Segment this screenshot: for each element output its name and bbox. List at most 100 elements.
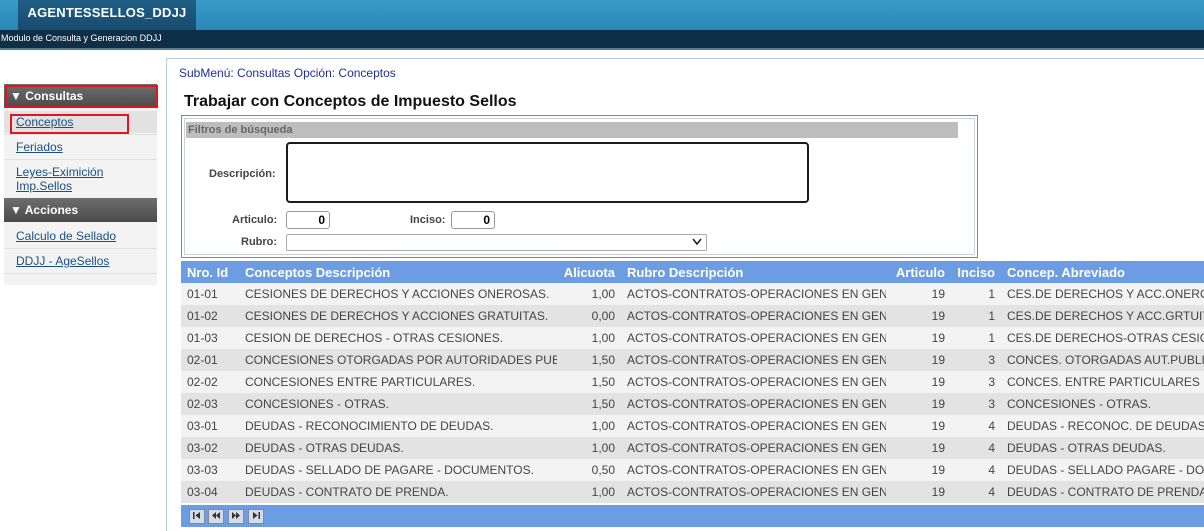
cell-articulo: 19 xyxy=(931,397,945,411)
cell-id: 01-03 xyxy=(187,331,218,345)
cell-abreviado: CES.DE DERECHOS-OTRAS CESIONES xyxy=(1007,331,1204,345)
cell-articulo: 19 xyxy=(931,375,945,389)
app-title-tab[interactable]: AGENTESSELLOS_DDJJ xyxy=(18,0,196,30)
col-header-id[interactable]: Nro. Id xyxy=(181,261,239,283)
table-row[interactable]: 03-01 DEUDAS - RECONOCIMIENTO DE DEUDAS.… xyxy=(181,415,1204,437)
cell-alicuota: 1,00 xyxy=(591,287,615,301)
sidebar-item-ddjj-agesellos[interactable]: DDJJ - AgeSellos xyxy=(16,254,109,268)
col-header-abreviado[interactable]: Concep. Abreviado xyxy=(1001,261,1204,283)
cell-alicuota: 1,50 xyxy=(591,397,615,411)
sidebar-item-calculo-sellado[interactable]: Calculo de Sellado xyxy=(16,229,116,243)
table-pager xyxy=(181,505,1204,527)
col-header-inciso[interactable]: Inciso xyxy=(951,261,1001,283)
rubro-select[interactable] xyxy=(286,234,707,251)
col-header-articulo[interactable]: Articulo xyxy=(886,261,951,283)
cell-rubro: ACTOS-CONTRATOS-OPERACIONES EN GENERAL xyxy=(627,309,886,323)
highlight-box-conceptos xyxy=(10,114,129,134)
cell-abreviado: CONCES. ENTRE PARTICULARES xyxy=(1007,375,1200,389)
cell-descripcion: CONCESIONES OTORGADAS POR AUTORIDADES PU… xyxy=(245,353,557,367)
table-row[interactable]: 01-01 CESIONES DE DERECHOS Y ACCIONES ON… xyxy=(181,283,1204,305)
cell-alicuota: 1,50 xyxy=(591,375,615,389)
cell-abreviado: DEUDAS - RECONOC. DE DEUDAS xyxy=(1007,419,1204,433)
cell-rubro: ACTOS-CONTRATOS-OPERACIONES EN GENERAL xyxy=(627,441,886,455)
cell-articulo: 19 xyxy=(931,309,945,323)
cell-articulo: 19 xyxy=(931,353,945,367)
filter-header: Filtros de búsqueda xyxy=(186,122,958,138)
cell-descripcion: DEUDAS - RECONOCIMIENTO DE DEUDAS. xyxy=(245,419,494,433)
cell-descripcion: CESION DE DERECHOS - OTRAS CESIONES. xyxy=(245,331,504,345)
first-page-icon[interactable] xyxy=(189,509,205,524)
cell-descripcion: CESIONES DE DERECHOS Y ACCIONES GRATUITA… xyxy=(245,309,549,323)
cell-rubro: ACTOS-CONTRATOS-OPERACIONES EN GENERAL xyxy=(627,287,886,301)
descripcion-textarea[interactable] xyxy=(286,142,809,203)
inciso-label: Inciso: xyxy=(410,214,446,226)
articulo-input[interactable]: 0 xyxy=(286,211,330,229)
inciso-input[interactable]: 0 xyxy=(451,211,495,229)
sidebar-item-leyes-eximicion[interactable]: Leyes-Eximición Imp.Sellos xyxy=(16,165,126,193)
cell-articulo: 19 xyxy=(931,287,945,301)
cell-alicuota: 1,00 xyxy=(591,485,615,499)
cell-rubro: ACTOS-CONTRATOS-OPERACIONES EN GENERAL xyxy=(627,485,886,499)
divider xyxy=(4,248,157,249)
sidebar-section-acciones[interactable]: ▼ Acciones xyxy=(4,198,157,222)
cell-id: 02-03 xyxy=(187,397,218,411)
cell-inciso: 4 xyxy=(988,419,995,433)
chevron-down-icon xyxy=(692,235,702,251)
cell-rubro: ACTOS-CONTRATOS-OPERACIONES EN GENERAL xyxy=(627,463,886,477)
descripcion-label: Descripción: xyxy=(209,168,276,180)
cell-inciso: 3 xyxy=(988,375,995,389)
cell-id: 03-04 xyxy=(187,485,218,499)
cell-rubro: ACTOS-CONTRATOS-OPERACIONES EN GENERAL xyxy=(627,331,886,345)
cell-alicuota: 1,00 xyxy=(591,331,615,345)
table-row[interactable]: 02-02 CONCESIONES ENTRE PARTICULARES. 1,… xyxy=(181,371,1204,393)
prev-page-icon[interactable] xyxy=(208,509,224,524)
table-header-row: Nro. Id Conceptos Descripción Alicuota R… xyxy=(181,261,1204,283)
next-page-icon[interactable] xyxy=(228,509,244,524)
cell-inciso: 3 xyxy=(988,353,995,367)
cell-rubro: ACTOS-CONTRATOS-OPERACIONES EN GENERAL xyxy=(627,353,886,367)
table-row[interactable]: 03-02 DEUDAS - OTRAS DEUDAS. 1,00 ACTOS-… xyxy=(181,437,1204,459)
cell-alicuota: 1,00 xyxy=(591,419,615,433)
cell-inciso: 4 xyxy=(988,485,995,499)
table-row[interactable]: 01-03 CESION DE DERECHOS - OTRAS CESIONE… xyxy=(181,327,1204,349)
table-row[interactable]: 03-03 DEUDAS - SELLADO DE PAGARE - DOCUM… xyxy=(181,459,1204,481)
cell-alicuota: 0,50 xyxy=(591,463,615,477)
cell-alicuota: 1,00 xyxy=(591,441,615,455)
table-row[interactable]: 02-01 CONCESIONES OTORGADAS POR AUTORIDA… xyxy=(181,349,1204,371)
cell-descripcion: DEUDAS - SELLADO DE PAGARE - DOCUMENTOS. xyxy=(245,463,534,477)
last-page-icon[interactable] xyxy=(248,509,264,524)
cell-descripcion: DEUDAS - OTRAS DEUDAS. xyxy=(245,441,404,455)
cell-articulo: 19 xyxy=(931,463,945,477)
col-header-rubro[interactable]: Rubro Descripción xyxy=(621,261,886,283)
cell-descripcion: CONCESIONES ENTRE PARTICULARES. xyxy=(245,375,476,389)
cell-id: 01-01 xyxy=(187,287,218,301)
cell-abreviado: CONCES. OTORGADAS AUT.PUBLICAS xyxy=(1007,353,1204,367)
divider xyxy=(0,48,1204,50)
cell-alicuota: 0,00 xyxy=(591,309,615,323)
cell-id: 02-01 xyxy=(187,353,218,367)
divider xyxy=(4,273,157,274)
col-header-descripcion[interactable]: Conceptos Descripción xyxy=(239,261,557,283)
table-row[interactable]: 03-04 DEUDAS - CONTRATO DE PRENDA. 1,00 … xyxy=(181,481,1204,503)
highlight-box-consultas xyxy=(5,85,158,108)
rubro-label: Rubro: xyxy=(241,236,278,248)
table-row[interactable]: 01-02 CESIONES DE DERECHOS Y ACCIONES GR… xyxy=(181,305,1204,327)
cell-rubro: ACTOS-CONTRATOS-OPERACIONES EN GENERAL xyxy=(627,419,886,433)
col-header-alicuota[interactable]: Alicuota xyxy=(557,261,621,283)
conceptos-table: Nro. Id Conceptos Descripción Alicuota R… xyxy=(181,261,1204,503)
cell-id: 02-02 xyxy=(187,375,218,389)
cell-abreviado: DEUDAS - CONTRATO DE PRENDA xyxy=(1007,485,1204,499)
cell-descripcion: CESIONES DE DERECHOS Y ACCIONES ONEROSAS… xyxy=(245,287,550,301)
cell-descripcion: CONCESIONES - OTRAS. xyxy=(245,397,390,411)
table-row[interactable]: 02-03 CONCESIONES - OTRAS. 1,50 ACTOS-CO… xyxy=(181,393,1204,415)
cell-abreviado: CONCESIONES - OTRAS. xyxy=(1007,397,1152,411)
cell-id: 03-02 xyxy=(187,441,218,455)
divider xyxy=(4,159,157,160)
sidebar-item-feriados[interactable]: Feriados xyxy=(16,140,63,154)
cell-articulo: 19 xyxy=(931,485,945,499)
cell-descripcion: DEUDAS - CONTRATO DE PRENDA. xyxy=(245,485,449,499)
conceptos-table-wrap: Nro. Id Conceptos Descripción Alicuota R… xyxy=(181,261,1204,503)
cell-articulo: 19 xyxy=(931,441,945,455)
cell-alicuota: 1,50 xyxy=(591,353,615,367)
cell-inciso: 4 xyxy=(988,441,995,455)
